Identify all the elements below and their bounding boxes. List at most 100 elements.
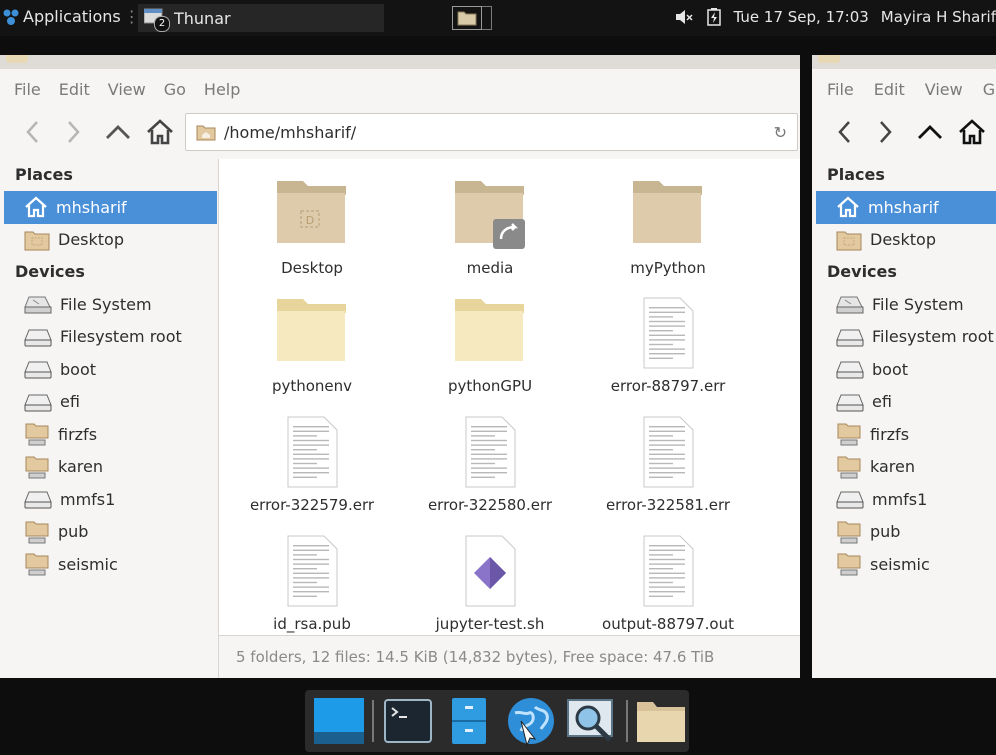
menu-file[interactable]: File	[14, 80, 41, 99]
text-file-icon	[641, 529, 695, 607]
file-name: pythonGPU	[447, 377, 533, 395]
menu-edit[interactable]: Edit	[59, 80, 90, 99]
sidebar-item-firzfs[interactable]: firzfs	[812, 418, 996, 451]
location-bar[interactable]: /home/mhsharif/ ↻	[185, 113, 798, 151]
dock-terminal[interactable]	[380, 694, 435, 748]
sidebar-item-pub[interactable]: pub	[812, 516, 996, 549]
sidebar-item-firzfs[interactable]: firzfs	[0, 418, 217, 451]
sidebar-item-seismic[interactable]: seismic	[0, 548, 217, 581]
file-item[interactable]: myPython	[583, 173, 753, 277]
network-folder-icon	[836, 454, 862, 480]
drive-icon	[836, 392, 864, 412]
sidebar-item-karen[interactable]: karen	[812, 451, 996, 484]
desktop-folder-icon: D	[275, 173, 349, 251]
menu-file[interactable]: File	[827, 80, 854, 99]
menu-view[interactable]: View	[925, 80, 963, 99]
file-item[interactable]: jupyter-test.sh	[405, 529, 575, 633]
devices-header: Devices	[15, 262, 85, 281]
file-item[interactable]: output-88797.out	[583, 529, 753, 633]
sidebar-item-karen[interactable]: karen	[0, 451, 217, 484]
sidebar-item-file-system[interactable]: File System	[812, 288, 996, 321]
volume-muted-icon[interactable]	[674, 9, 694, 25]
back-button[interactable]	[830, 117, 860, 147]
thunar-window-icon: 2	[143, 8, 170, 32]
sidebar-item-label: pub	[870, 522, 901, 542]
sidebar-item-boot[interactable]: boot	[0, 353, 217, 386]
home-button[interactable]	[957, 117, 987, 147]
chevron-right-icon	[68, 121, 80, 143]
workspace-switcher[interactable]	[452, 6, 494, 30]
status-text: 5 folders, 12 files: 14.5 KiB (14,832 by…	[236, 648, 715, 666]
location-path: /home/mhsharif/	[224, 122, 357, 142]
file-item[interactable]: media	[405, 173, 575, 277]
window-titlebar[interactable]	[812, 55, 996, 69]
menu-go[interactable]: Go	[164, 80, 186, 99]
file-name: Desktop	[281, 259, 343, 277]
sidebar-item-file-system[interactable]: File System	[0, 288, 217, 321]
file-item[interactable]: error-322579.err	[227, 410, 397, 514]
sidebar-item-label: boot	[872, 359, 909, 379]
dock	[305, 690, 689, 752]
clock[interactable]: Tue 17 Sep, 17:03	[734, 8, 869, 26]
sidebar-item-mhsharif[interactable]: mhsharif	[816, 191, 996, 224]
reload-icon[interactable]: ↻	[774, 123, 787, 142]
sidebar-item-boot[interactable]: boot	[812, 353, 996, 386]
workspace-2[interactable]	[482, 6, 492, 30]
sidebar-item-pub[interactable]: pub	[0, 516, 217, 549]
window-titlebar[interactable]	[0, 55, 800, 69]
dock-web-browser[interactable]	[503, 694, 558, 748]
file-name: error-322581.err	[605, 496, 731, 514]
menu-go[interactable]: G	[983, 80, 995, 99]
menu-edit[interactable]: Edit	[874, 80, 905, 99]
file-item[interactable]: D Desktop	[227, 173, 397, 277]
sidebar: Places mhsharif Desktop Devices File Sys…	[0, 159, 217, 678]
dock-search[interactable]	[564, 694, 619, 748]
forward-button[interactable]	[870, 117, 900, 147]
file-item[interactable]: id_rsa.pub	[227, 529, 397, 633]
sidebar-item-filesystem-root[interactable]: Filesystem root	[0, 321, 217, 354]
file-item[interactable]: error-322581.err	[583, 410, 753, 514]
workspace-1[interactable]	[452, 6, 482, 30]
file-item[interactable]: pythonGPU	[405, 291, 575, 395]
sidebar-item-seismic[interactable]: seismic	[812, 548, 996, 581]
sidebar-item-mmfs1[interactable]: mmfs1	[812, 483, 996, 516]
sidebar-item-mmfs1[interactable]: mmfs1	[0, 483, 217, 516]
terminal-icon	[383, 699, 432, 743]
text-file-icon	[285, 529, 339, 607]
file-item[interactable]: error-88797.err	[583, 291, 753, 395]
drive-icon	[836, 489, 864, 509]
panel-right: Tue 17 Sep, 17:03 Mayira H Sharif	[674, 8, 996, 26]
sidebar-item-desktop[interactable]: Desktop	[0, 224, 217, 257]
toolbar	[812, 107, 996, 157]
drive-icon	[24, 489, 52, 509]
file-item[interactable]: error-322580.err	[405, 410, 575, 514]
text-file-icon	[285, 410, 339, 488]
sidebar-item-desktop[interactable]: Desktop	[812, 224, 996, 257]
file-name: media	[466, 259, 514, 277]
sidebar-item-mhsharif[interactable]: mhsharif	[4, 191, 217, 224]
forward-button[interactable]	[58, 117, 88, 147]
dock-folder[interactable]	[634, 694, 689, 748]
dock-desktop[interactable]	[311, 694, 366, 748]
dock-file-cabinet[interactable]	[442, 694, 497, 748]
menu-help[interactable]: Help	[204, 80, 240, 99]
applications-menu[interactable]: Applications ⋮	[2, 7, 140, 26]
up-button[interactable]	[103, 117, 133, 147]
battery-icon[interactable]	[706, 8, 722, 26]
dock-separator	[372, 700, 375, 742]
up-button[interactable]	[915, 117, 945, 147]
home-button[interactable]	[145, 117, 175, 147]
user-menu[interactable]: Mayira H Sharif	[881, 8, 996, 26]
home-icon	[837, 196, 859, 218]
sidebar-item-label: mmfs1	[60, 489, 116, 509]
back-button[interactable]	[18, 117, 48, 147]
file-item[interactable]: pythonenv	[227, 291, 397, 395]
sidebar-item-efi[interactable]: efi	[0, 386, 217, 419]
menu-view[interactable]: View	[108, 80, 146, 99]
window-folder-icon	[6, 55, 28, 63]
web-browser-icon	[507, 698, 554, 747]
sidebar-item-filesystem-root[interactable]: Filesystem root	[812, 321, 996, 354]
file-view[interactable]: D Desktop media myPython pythonenv pythonGPU e…	[218, 159, 800, 635]
taskbar-thunar[interactable]: 2 Thunar	[138, 4, 384, 32]
sidebar-item-efi[interactable]: efi	[812, 386, 996, 419]
